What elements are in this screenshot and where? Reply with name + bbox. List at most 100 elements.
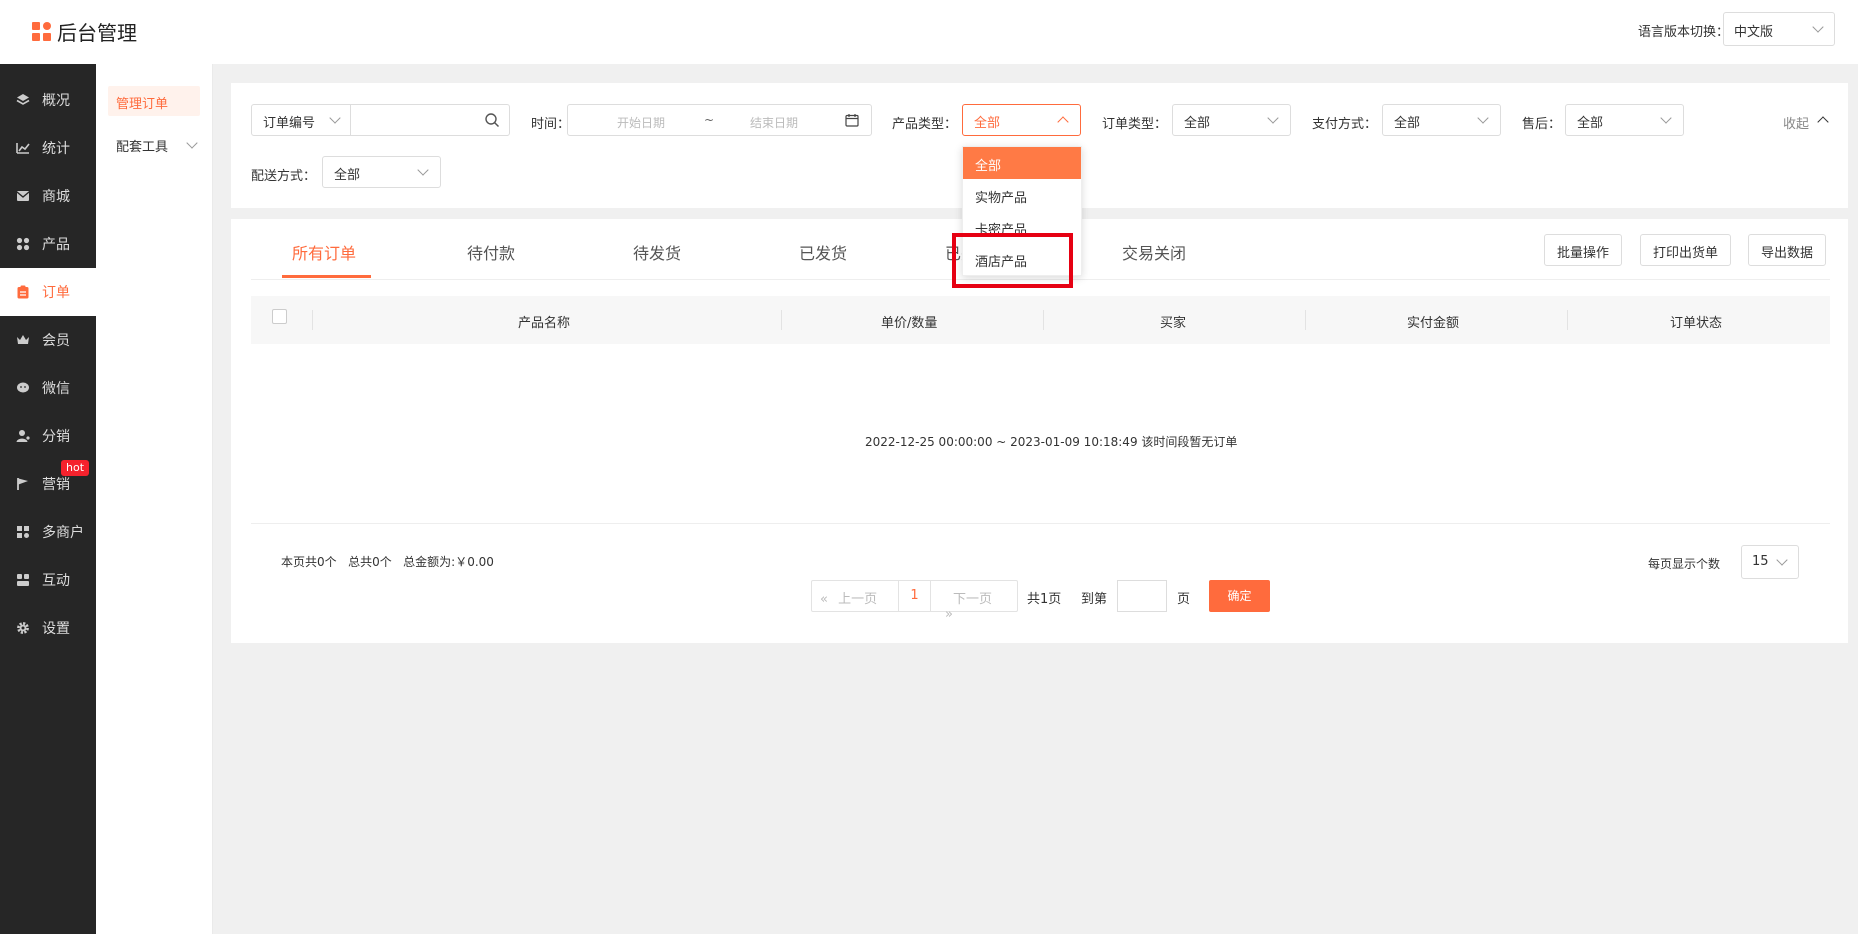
- chart-icon: [16, 141, 30, 155]
- sidebar-item-mall[interactable]: 商城: [0, 172, 96, 220]
- payment-select[interactable]: 全部: [1382, 104, 1501, 136]
- prev-page-label: 上一页: [838, 592, 878, 607]
- subnav-tools-label: 配套工具: [116, 140, 169, 155]
- highlight-annotation: [952, 233, 1073, 288]
- grid-icon: [16, 237, 30, 251]
- sidebar-item-label: 概况: [42, 93, 70, 109]
- column-divider: [1043, 310, 1044, 330]
- active-tab-indicator: [282, 275, 371, 278]
- sidebar-item-settings[interactable]: 设置: [0, 604, 96, 652]
- delivery-value: 全部: [334, 168, 361, 183]
- order-number-select-value: 订单编号: [263, 116, 316, 131]
- print-shipping-button[interactable]: 打印出货单: [1640, 234, 1732, 266]
- language-label: 语言版本切换：: [1638, 25, 1730, 40]
- user-share-icon: [16, 429, 30, 443]
- page-unit: 页: [1177, 592, 1191, 607]
- sidebar-item-marketing[interactable]: 营销 hot: [0, 460, 96, 508]
- aftersale-select[interactable]: 全部: [1565, 104, 1684, 136]
- sidebar-item-wechat[interactable]: 微信: [0, 364, 96, 412]
- sidebar-item-multi-merchant[interactable]: 多商户: [0, 508, 96, 556]
- crown-icon: [16, 333, 30, 347]
- wechat-icon: [16, 381, 30, 395]
- batch-operation-button[interactable]: 批量操作: [1544, 234, 1623, 266]
- tab-shipped[interactable]: 已发货: [799, 240, 847, 264]
- sidebar-item-stats[interactable]: 统计: [0, 124, 96, 172]
- sidebar-item-label: 多商户: [42, 525, 84, 541]
- logo[interactable]: 后台管理: [32, 17, 137, 46]
- end-date-placeholder: 结束日期: [750, 116, 799, 130]
- double-chevron-left-icon: «: [820, 592, 828, 607]
- top-header: 后台管理 语言版本切换： 中文版: [0, 0, 1858, 64]
- per-page-label: 每页显示个数: [1648, 557, 1721, 571]
- time-label: 时间：: [531, 117, 571, 132]
- collapse-toggle[interactable]: 收起: [1783, 113, 1829, 132]
- column-divider: [1567, 310, 1568, 330]
- logo-text: 后台管理: [57, 21, 137, 45]
- chevron-down-icon: [417, 164, 429, 176]
- column-product-name: 产品名称: [518, 316, 571, 331]
- select-all-checkbox[interactable]: [272, 309, 287, 324]
- search-icon[interactable]: [484, 112, 500, 132]
- date-range-picker[interactable]: 开始日期 ~ 结束日期: [567, 104, 872, 136]
- tab-all-orders[interactable]: 所有订单: [292, 240, 356, 264]
- order-summary: 本页共0个 总共0个 总金额为:￥0.00: [281, 555, 494, 569]
- hot-badge: hot: [61, 460, 90, 476]
- column-divider: [312, 310, 313, 330]
- empty-message: 2022-12-25 00:00:00 ~ 2023-01-09 10:18:4…: [865, 435, 1238, 449]
- table-footer-divider: [251, 523, 1830, 524]
- subnav-manage-orders[interactable]: 管理订单: [108, 86, 200, 116]
- subnav-tools[interactable]: 配套工具: [116, 136, 198, 155]
- per-page-value: 15: [1752, 554, 1769, 569]
- product-type-value: 全部: [974, 116, 1001, 131]
- dropdown-option-physical[interactable]: 实物产品: [963, 179, 1081, 211]
- language-select[interactable]: 中文版: [1723, 12, 1835, 46]
- clipboard-icon: [16, 285, 30, 299]
- column-divider: [1305, 310, 1306, 330]
- confirm-button[interactable]: 确定: [1209, 580, 1270, 612]
- calendar-icon[interactable]: [845, 113, 859, 131]
- tab-pending-payment[interactable]: 待付款: [467, 240, 515, 264]
- sidebar-item-members[interactable]: 会员: [0, 316, 96, 364]
- logo-icon: [32, 22, 51, 41]
- chevron-down-icon: [186, 137, 198, 149]
- dropdown-option-all[interactable]: 全部: [963, 147, 1081, 179]
- sidebar-item-products[interactable]: 产品: [0, 220, 96, 268]
- column-order-status: 订单状态: [1670, 316, 1723, 331]
- sidebar-item-interaction[interactable]: 互动: [0, 556, 96, 604]
- payment-label: 支付方式：: [1312, 117, 1378, 132]
- tab-closed[interactable]: 交易关闭: [1122, 240, 1186, 264]
- column-buyer: 买家: [1160, 316, 1187, 331]
- chevron-down-icon: [1660, 112, 1672, 124]
- sidebar-item-orders[interactable]: 订单: [0, 268, 96, 316]
- column-price-quantity: 单价/数量: [881, 316, 938, 331]
- collapse-label: 收起: [1783, 117, 1810, 132]
- sidebar-item-label: 营销: [42, 477, 70, 493]
- next-page-button[interactable]: 下一页 »: [930, 580, 1018, 622]
- sidebar-item-label: 统计: [42, 141, 70, 157]
- prev-page-button[interactable]: « 上一页: [811, 580, 899, 612]
- goto-page-input[interactable]: [1117, 580, 1167, 612]
- order-number-input[interactable]: [350, 104, 510, 136]
- sidebar-item-overview[interactable]: 概况: [0, 76, 96, 124]
- tab-pending-shipment[interactable]: 待发货: [633, 240, 681, 264]
- date-separator: ~: [704, 113, 715, 127]
- order-type-select[interactable]: 全部: [1172, 104, 1291, 136]
- sidebar-item-label: 订单: [42, 285, 70, 301]
- aftersale-label: 售后：: [1522, 117, 1562, 132]
- order-number-select[interactable]: 订单编号: [251, 104, 351, 136]
- next-page-label: 下一页: [953, 592, 993, 607]
- page-number-1[interactable]: 1: [898, 580, 931, 612]
- per-page-select[interactable]: 15: [1741, 545, 1799, 579]
- language-value: 中文版: [1734, 25, 1774, 40]
- export-data-button[interactable]: 导出数据: [1748, 234, 1827, 266]
- product-type-select[interactable]: 全部: [962, 104, 1081, 136]
- start-date-placeholder: 开始日期: [617, 116, 666, 130]
- sidebar-item-distribution[interactable]: 分销: [0, 412, 96, 460]
- table-header: 产品名称 单价/数量 买家 实付金额 订单状态: [251, 296, 1830, 344]
- delivery-select[interactable]: 全部: [322, 156, 441, 188]
- chevron-down-icon: [1812, 21, 1824, 33]
- sidebar-item-label: 微信: [42, 381, 70, 397]
- double-chevron-right-icon: »: [945, 607, 953, 622]
- sidebar-item-label: 商城: [42, 189, 70, 205]
- shop-icon: [16, 525, 30, 539]
